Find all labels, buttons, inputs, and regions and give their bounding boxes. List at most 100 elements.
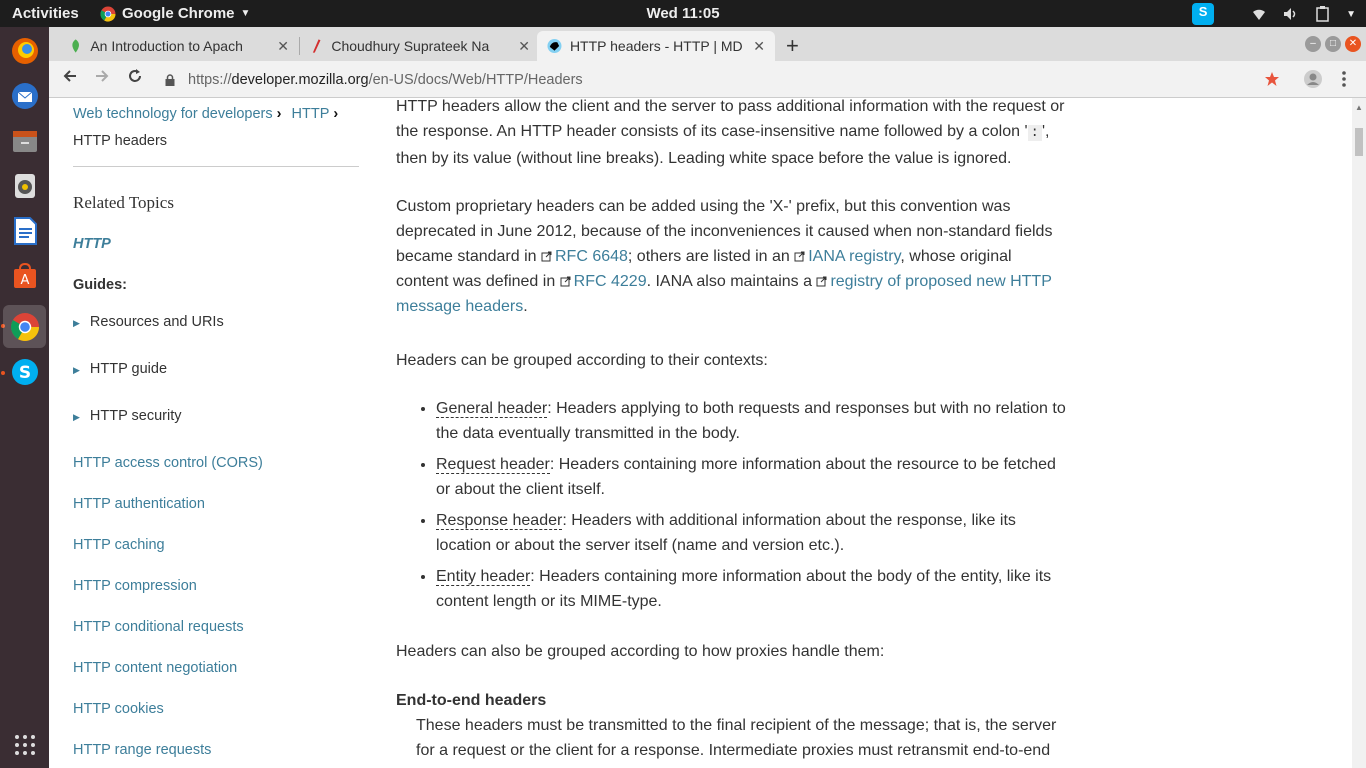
reload-button[interactable] [124, 68, 146, 89]
volume-icon[interactable] [1282, 5, 1300, 23]
triangle-right-icon: ▶ [73, 318, 80, 328]
reload-icon [129, 69, 141, 82]
sidebar-link-http[interactable]: HTTP [73, 236, 111, 252]
external-link-icon [560, 276, 571, 287]
skype-tray-icon[interactable]: S [1192, 3, 1215, 25]
chevron-right-icon: › [276, 106, 282, 122]
file-manager-icon [12, 130, 37, 152]
context-list: General header: Headers applying to both… [436, 396, 1066, 620]
sidebar-link-compression[interactable]: HTTP compression [73, 578, 197, 594]
svg-text:A: A [20, 273, 29, 288]
text: HTTP headers allow the client and the se… [396, 98, 1065, 140]
close-icon[interactable]: ✕ [753, 38, 765, 55]
close-window-button[interactable]: ✕ [1345, 36, 1361, 52]
list-item: Entity header: Headers containing more i… [436, 564, 1066, 614]
more-menu-icon[interactable] [1341, 70, 1347, 88]
wifi-icon[interactable] [1250, 5, 1268, 23]
rfc-4229-link[interactable]: RFC 4229 [574, 273, 647, 290]
triangle-right-icon: ▶ [73, 412, 80, 422]
skype-launcher[interactable]: S [7, 354, 42, 389]
clipboard-icon[interactable] [1314, 5, 1332, 23]
entity-header-term[interactable]: Entity header [436, 568, 531, 586]
request-header-term[interactable]: Request header [436, 456, 550, 474]
breadcrumb: Web technology for developers › HTTP › HTT… [73, 101, 373, 155]
tab-http-headers[interactable]: HTTP headers - HTTP | MD ✕ [537, 31, 775, 61]
close-icon[interactable]: ✕ [277, 38, 289, 55]
app-grid-icon [14, 734, 35, 755]
text: ; others are listed in an [627, 248, 795, 265]
system-top-bar: Activities Google Chrome ▼ Wed 11:05 S ▼ [0, 0, 1366, 27]
files-launcher[interactable] [7, 123, 42, 158]
tab-title: HTTP headers - HTTP | MD [569, 38, 743, 54]
proxies-intro: Headers can also be grouped according to… [396, 643, 885, 660]
external-link-icon [541, 251, 552, 262]
tab-title: Choudhury Suprateek Na [331, 38, 490, 54]
custom-headers-paragraph: Custom proprietary headers can be added … [396, 194, 1066, 319]
software-center-launcher[interactable]: A [7, 258, 42, 293]
sidebar-link-cookies[interactable]: HTTP cookies [73, 701, 164, 717]
chrome-launcher[interactable] [3, 305, 46, 348]
sidebar-guide-label: Resources and URIs [89, 314, 224, 330]
mdn-favicon-icon [547, 38, 562, 54]
contexts-intro: Headers can be grouped according to thei… [396, 352, 768, 369]
back-button[interactable] [59, 68, 81, 89]
page-content: Web technology for developers › HTTP › HTT… [49, 98, 1352, 768]
sidebar-guide-security[interactable]: ▶ HTTP security [73, 408, 182, 424]
skype-icon: S [11, 358, 38, 385]
sidebar-link-authentication[interactable]: HTTP authentication [73, 496, 205, 512]
tab-choudhury[interactable]: Choudhury Suprateek Na ✕ [300, 31, 540, 61]
leaf-favicon-icon [72, 39, 79, 53]
close-icon[interactable]: ✕ [518, 38, 530, 55]
external-link-icon [794, 251, 805, 262]
scroll-up-icon[interactable]: ▲ [1355, 103, 1363, 112]
new-tab-button[interactable]: + [786, 33, 799, 59]
running-indicator [1, 371, 5, 375]
chevron-right-icon: › [333, 106, 339, 122]
maximize-button[interactable]: □ [1325, 36, 1341, 52]
profile-avatar-icon[interactable] [1303, 69, 1323, 89]
sidebar-link-conditional[interactable]: HTTP conditional requests [73, 619, 244, 635]
rfc-6648-link[interactable]: RFC 6648 [555, 248, 628, 265]
thunderbird-launcher[interactable] [7, 78, 42, 113]
svg-text:S: S [18, 363, 30, 383]
breadcrumb-http[interactable]: HTTP [292, 106, 330, 122]
iana-registry-link[interactable]: IANA registry [808, 248, 900, 265]
minimize-button[interactable]: – [1305, 36, 1321, 52]
clock[interactable]: Wed 11:05 [0, 5, 1366, 22]
general-header-term[interactable]: General header [436, 400, 548, 418]
url-host: developer.mozilla.org [231, 71, 369, 88]
sidebar-link-cors[interactable]: HTTP access control (CORS) [73, 455, 263, 471]
scrollbar-thumb[interactable] [1355, 128, 1363, 156]
red-favicon-icon [312, 39, 321, 53]
sidebar-guide-http-guide[interactable]: ▶ HTTP guide [73, 361, 167, 377]
sidebar-guide-label: HTTP security [89, 408, 182, 424]
triangle-right-icon: ▶ [73, 365, 80, 375]
firefox-launcher[interactable] [7, 33, 42, 68]
sidebar-guide-resources[interactable]: ▶ Resources and URIs [73, 314, 224, 330]
system-tray[interactable]: S ▼ [1192, 3, 1356, 25]
breadcrumb-web-tech[interactable]: Web technology for developers [73, 106, 273, 122]
writer-launcher[interactable] [7, 213, 42, 248]
response-header-term[interactable]: Response header [436, 512, 563, 530]
ubuntu-software-icon: A [13, 262, 36, 288]
guides-heading: Guides: [73, 277, 127, 293]
rhythmbox-launcher[interactable] [7, 168, 42, 203]
system-menu-chevron-icon[interactable]: ▼ [1346, 9, 1356, 20]
text: . [523, 298, 528, 315]
tab-apache[interactable]: An Introduction to Apach ✕ [59, 31, 299, 61]
sidebar-link-content-negotiation[interactable]: HTTP content negotiation [73, 660, 237, 676]
show-applications-button[interactable] [7, 727, 42, 762]
sidebar-link-caching[interactable]: HTTP caching [73, 537, 165, 553]
bookmark-star-icon[interactable] [1264, 71, 1280, 87]
breadcrumb-current: HTTP headers [73, 133, 168, 149]
list-item: Request header: Headers containing more … [436, 452, 1066, 502]
list-item: General header: Headers applying to both… [436, 396, 1066, 446]
lock-icon[interactable] [164, 73, 176, 86]
address-bar[interactable]: https://developer.mozilla.org/en-US/docs… [164, 67, 1314, 92]
colon-code: : [1027, 125, 1042, 141]
list-item: Response header: Headers with additional… [436, 508, 1066, 558]
sidebar-link-range[interactable]: HTTP range requests [73, 742, 211, 758]
vertical-scrollbar[interactable]: ▲ [1352, 98, 1366, 768]
url-scheme: https:// [188, 71, 232, 88]
forward-button[interactable] [91, 68, 113, 89]
